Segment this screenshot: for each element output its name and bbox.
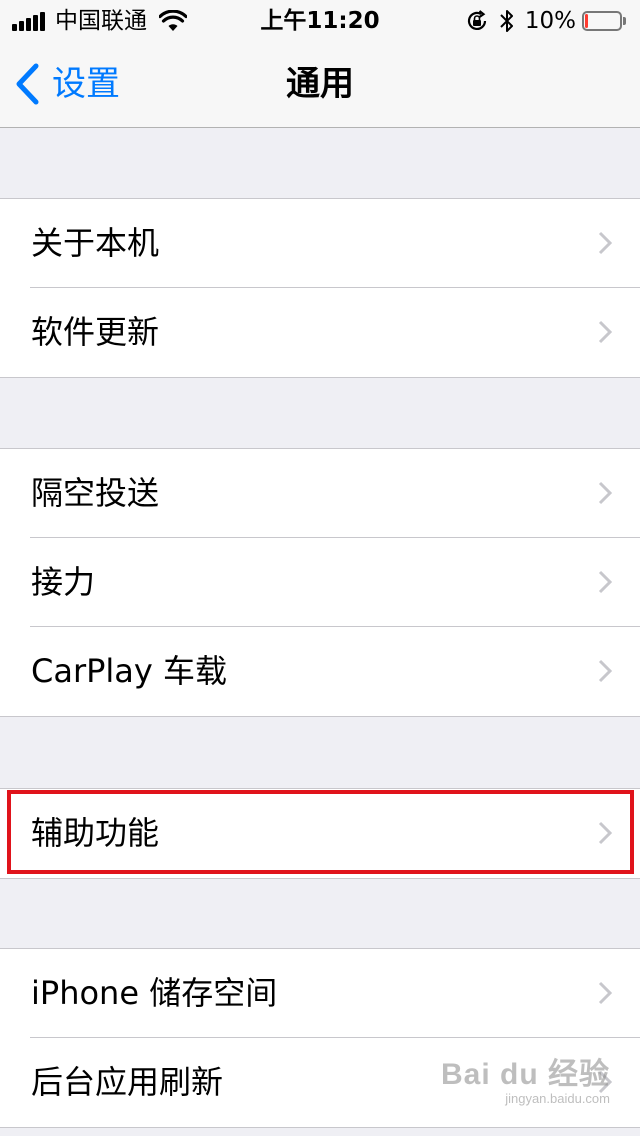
chevron-right-icon (598, 659, 612, 683)
chevron-right-icon (598, 1070, 612, 1094)
status-right: 10% (465, 6, 626, 36)
bluetooth-icon (500, 10, 513, 32)
settings-row-background-refresh[interactable]: 后台应用刷新 (0, 1037, 640, 1127)
row-label: 后台应用刷新 (31, 1063, 224, 1101)
row-label: 隔空投送 (31, 474, 160, 512)
battery-fill (585, 14, 588, 28)
settings-row-software-update[interactable]: 软件更新 (0, 287, 640, 377)
settings-row-carplay[interactable]: CarPlay 车载 (0, 626, 640, 716)
chevron-right-icon (598, 570, 612, 594)
row-label: CarPlay 车载 (31, 652, 228, 690)
chevron-right-icon (598, 821, 612, 845)
settings-row-airdrop[interactable]: 隔空投送 (0, 449, 640, 538)
row-label: 关于本机 (31, 224, 160, 262)
settings-group-4: iPhone 储存空间 后台应用刷新 (0, 948, 640, 1128)
settings-group-3: 辅助功能 (0, 788, 640, 879)
chevron-right-icon (598, 981, 612, 1005)
settings-row-iphone-storage[interactable]: iPhone 储存空间 (0, 949, 640, 1038)
chevron-right-icon (598, 231, 612, 255)
battery-percent: 10% (524, 8, 576, 34)
page-title: 通用 (286, 64, 354, 104)
settings-group-2: 隔空投送 接力 CarPlay 车载 (0, 448, 640, 717)
screen: 中国联通 上午11:20 10% 设置 通用 关于本机 软件更新 隔空投送 接力… (0, 0, 640, 1136)
chevron-right-icon (598, 320, 612, 344)
status-bar: 中国联通 上午11:20 10% (0, 0, 640, 40)
navigation-bar: 设置 通用 (0, 40, 640, 128)
battery-icon (582, 11, 626, 31)
rotation-lock-icon (467, 10, 486, 30)
row-label: 辅助功能 (31, 814, 160, 852)
settings-group-1: 关于本机 软件更新 (0, 198, 640, 378)
chevron-right-icon (598, 481, 612, 505)
settings-row-accessibility[interactable]: 辅助功能 (0, 789, 640, 878)
settings-row-about[interactable]: 关于本机 (0, 199, 640, 288)
row-label: iPhone 储存空间 (31, 974, 278, 1012)
row-label: 接力 (31, 563, 96, 601)
row-label: 软件更新 (31, 313, 160, 351)
settings-row-handoff[interactable]: 接力 (0, 537, 640, 627)
